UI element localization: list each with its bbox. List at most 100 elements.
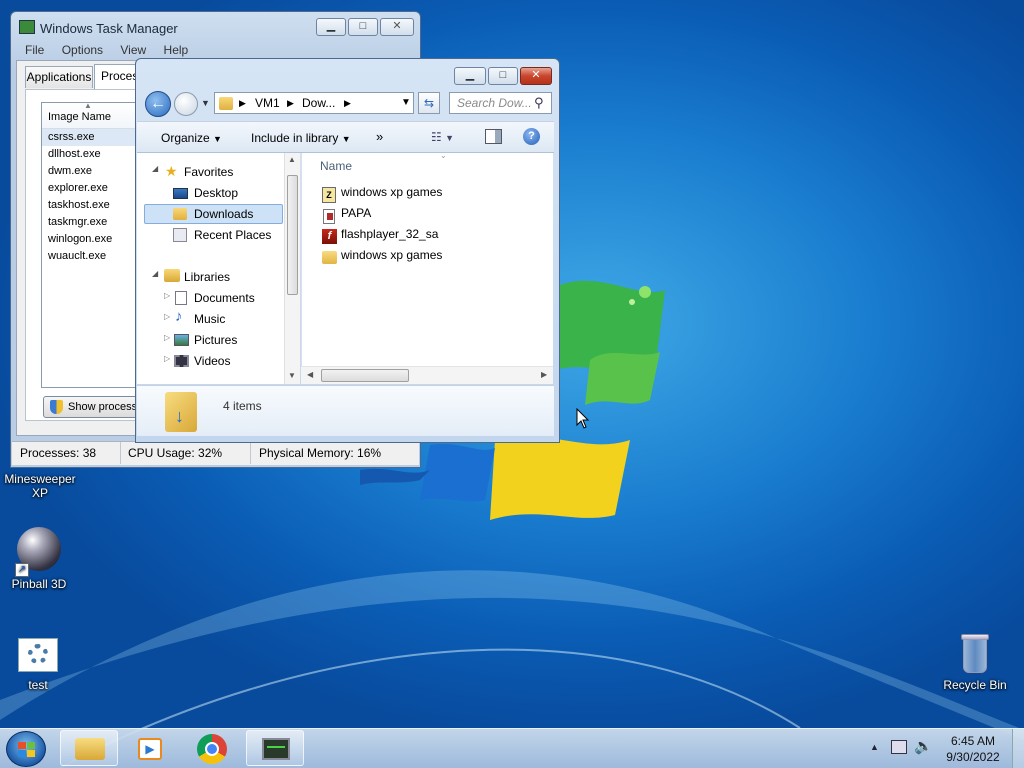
file-item[interactable]: flashplayer_32_sa [341, 227, 438, 241]
nav-pictures[interactable]: Pictures [194, 330, 237, 350]
show-hidden-icons-button[interactable]: ▲ [870, 742, 879, 752]
expand-arrow-icon[interactable]: ▷ [164, 291, 170, 300]
desktop-icon-minesweeper[interactable]: Minesweeper XP [0, 472, 80, 500]
sort-arrow-icon: ▲ [84, 101, 92, 110]
refresh-button[interactable]: ⇆ [418, 92, 440, 114]
mouse-cursor-icon [576, 408, 590, 429]
expand-arrow-icon[interactable]: ◢ [152, 164, 158, 173]
nav-recent-places[interactable]: Recent Places [194, 225, 271, 245]
file-item[interactable]: windows xp games [341, 248, 442, 262]
libraries-icon [164, 269, 180, 282]
volume-icon[interactable]: 🔈 [914, 737, 933, 755]
menu-bar: File Options View Help [25, 43, 202, 57]
command-bar: Organize ▼ Include in library ▼ » ☷ ▼ ? [137, 121, 554, 153]
nav-downloads[interactable]: Downloads [194, 204, 253, 224]
back-button[interactable]: ← [145, 91, 171, 117]
maximize-button[interactable]: □ [348, 18, 378, 36]
music-icon: ♪ [175, 308, 183, 325]
column-header-name[interactable]: Name [320, 159, 352, 173]
breadcrumb-vm1[interactable]: VM1 [255, 96, 280, 110]
organize-button[interactable]: Organize ▼ [161, 131, 222, 145]
desktop-icon-recycle-bin[interactable]: Recycle Bin [935, 630, 1015, 692]
details-pane: ↓ 4 items [137, 385, 554, 436]
scroll-up-icon[interactable]: ▲ [288, 155, 296, 164]
flash-document-icon [323, 209, 335, 224]
expand-arrow-icon[interactable]: ▷ [164, 312, 170, 321]
folder-icon [75, 738, 105, 760]
menu-options[interactable]: Options [62, 43, 103, 57]
downloads-folder-large-icon: ↓ [165, 392, 197, 432]
status-processes: Processes: 38 [20, 446, 97, 460]
documents-icon [175, 291, 187, 305]
taskbar-media-player[interactable]: ▶ [122, 730, 180, 766]
status-memory: Physical Memory: 16% [259, 446, 382, 460]
chevron-down-icon[interactable]: ▼ [401, 97, 411, 108]
breadcrumb-separator-icon: ▶ [344, 98, 351, 108]
start-button[interactable] [6, 731, 46, 767]
network-icon[interactable] [891, 740, 907, 754]
preview-pane-button[interactable] [485, 129, 502, 144]
clock-time: 6:45 AM [950, 734, 996, 748]
file-item[interactable]: windows xp games [341, 185, 442, 199]
address-bar[interactable]: ▶ VM1 ▶ Dow... ▶ ▼ [214, 92, 414, 114]
close-button[interactable]: ✕ [520, 67, 552, 85]
breadcrumb-downloads[interactable]: Dow... [302, 96, 335, 110]
clock[interactable]: 6:45 AM 9/30/2022 [940, 733, 1006, 765]
taskbar-task-manager[interactable] [246, 730, 304, 766]
maximize-button[interactable]: □ [488, 67, 518, 85]
menu-help[interactable]: Help [164, 43, 189, 57]
menu-view[interactable]: View [120, 43, 146, 57]
chevron-down-icon: ▼ [213, 134, 222, 144]
nav-videos[interactable]: Videos [194, 351, 230, 371]
hscroll-thumb[interactable] [321, 369, 409, 382]
scroll-down-icon[interactable]: ▼ [288, 371, 296, 380]
nav-scrollbar[interactable]: ▲ ▼ [284, 153, 300, 384]
chrome-icon [197, 734, 227, 764]
window-title: Windows Task Manager [40, 21, 178, 36]
folder-icon [322, 251, 337, 264]
nav-documents[interactable]: Documents [194, 288, 255, 308]
tab-applications[interactable]: Applications [25, 66, 93, 88]
help-icon[interactable]: ? [523, 128, 540, 145]
more-commands-button[interactable]: » [376, 129, 383, 144]
show-desktop-button[interactable] [1012, 729, 1024, 768]
search-box[interactable]: Search Dow... ⚲ [449, 92, 552, 114]
taskbar-chrome[interactable] [184, 730, 242, 766]
nav-music[interactable]: Music [194, 309, 225, 329]
desktop-icon-pinball[interactable]: ↗ Pinball 3D [0, 527, 79, 591]
taskbar-explorer[interactable] [60, 730, 118, 766]
flash-player-icon: f [322, 229, 337, 244]
view-options-icon[interactable]: ☷ ▼ [431, 130, 454, 144]
file-hscrollbar[interactable]: ◀ ▶ [301, 366, 553, 384]
media-player-icon: ▶ [138, 738, 162, 760]
recent-places-icon [173, 228, 187, 242]
scroll-right-icon[interactable]: ▶ [541, 370, 547, 379]
nav-libraries[interactable]: Libraries [184, 267, 230, 287]
minimize-button[interactable]: ▁ [454, 67, 486, 85]
minimize-button[interactable]: ▁ [316, 18, 346, 36]
menu-file[interactable]: File [25, 43, 44, 57]
desktop-icon [173, 188, 188, 199]
clock-date: 9/30/2022 [946, 750, 1000, 764]
expand-arrow-icon[interactable]: ▷ [164, 354, 170, 363]
nav-desktop[interactable]: Desktop [194, 183, 238, 203]
nav-favorites[interactable]: Favorites [184, 162, 233, 182]
expand-arrow-icon[interactable]: ◢ [152, 269, 158, 278]
include-in-library-button[interactable]: Include in library ▼ [251, 131, 351, 145]
archive-icon: Z [322, 187, 336, 203]
task-manager-icon [262, 738, 290, 760]
forward-button[interactable] [174, 92, 198, 116]
task-manager-icon [19, 20, 35, 34]
close-button[interactable]: ✕ [380, 18, 414, 36]
sort-arrow-icon: ⌄ [440, 151, 447, 160]
breadcrumb-separator-icon: ▶ [287, 98, 294, 108]
downloads-folder-icon [219, 97, 233, 110]
expand-arrow-icon[interactable]: ▷ [164, 333, 170, 342]
recent-pages-dropdown[interactable]: ▼ [201, 98, 210, 108]
nav-scroll-thumb[interactable] [287, 175, 298, 295]
taskbar: ▶ ▲ 🔈 6:45 AM 9/30/2022 [0, 728, 1024, 768]
scroll-left-icon[interactable]: ◀ [307, 370, 313, 379]
file-item[interactable]: PAPA [341, 206, 371, 220]
uac-shield-icon [50, 400, 63, 414]
desktop-icon-test[interactable]: test [0, 636, 78, 692]
